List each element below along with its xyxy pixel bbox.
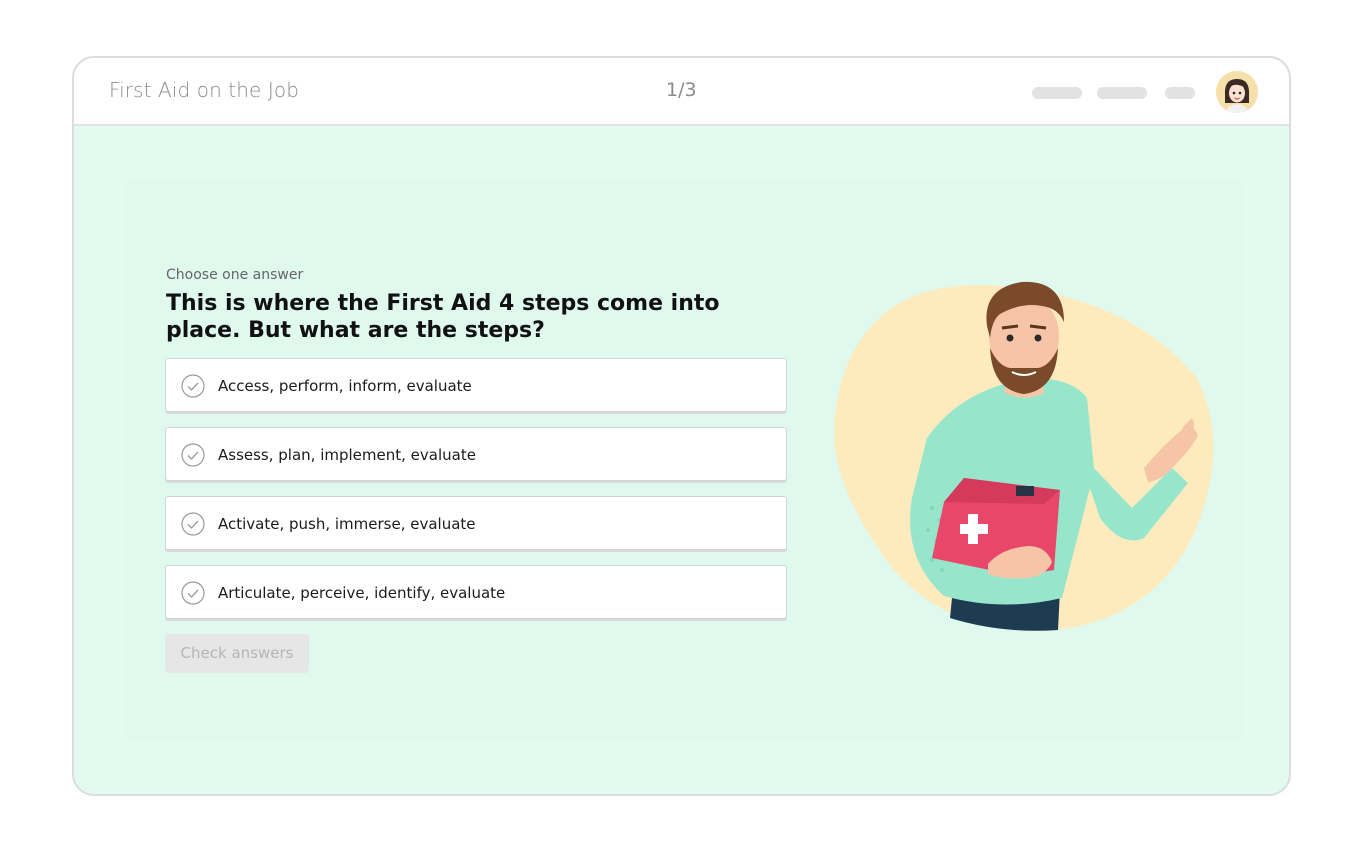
nav-placeholder-2[interactable] xyxy=(1097,87,1147,99)
check-answers-button[interactable]: Check answers xyxy=(165,634,309,673)
nav-placeholder-3[interactable] xyxy=(1165,87,1195,99)
answer-option-3[interactable]: Activate, push, immerse, evaluate xyxy=(165,496,787,550)
progress-indicator: 1/3 xyxy=(666,79,697,101)
user-avatar-icon xyxy=(1216,71,1258,113)
circle-check-icon xyxy=(181,581,205,605)
nav-placeholder-1[interactable] xyxy=(1032,87,1082,99)
circle-check-icon xyxy=(181,443,205,467)
answer-option-label: Articulate, perceive, identify, evaluate xyxy=(218,584,506,602)
answer-option-2[interactable]: Assess, plan, implement, evaluate xyxy=(165,427,787,481)
circle-check-icon xyxy=(181,512,205,536)
top-bar: First Aid on the Job 1/3 xyxy=(74,58,1289,126)
course-title: First Aid on the Job xyxy=(109,78,300,102)
question-instruction: Choose one answer xyxy=(166,267,304,283)
circle-check-icon xyxy=(181,374,205,398)
answer-option-label: Activate, push, immerse, evaluate xyxy=(218,515,476,533)
first-aid-instructor-illustration xyxy=(833,281,1214,631)
answer-option-4[interactable]: Articulate, perceive, identify, evaluate xyxy=(165,565,787,619)
answer-option-1[interactable]: Access, perform, inform, evaluate xyxy=(165,358,787,412)
answer-option-label: Access, perform, inform, evaluate xyxy=(218,377,472,395)
avatar[interactable] xyxy=(1216,71,1258,113)
answer-option-label: Assess, plan, implement, evaluate xyxy=(218,446,476,464)
lesson-window: First Aid on the Job 1/3 Choose one answ… xyxy=(72,56,1291,796)
question-text: This is where the First Aid 4 steps come… xyxy=(166,291,720,343)
